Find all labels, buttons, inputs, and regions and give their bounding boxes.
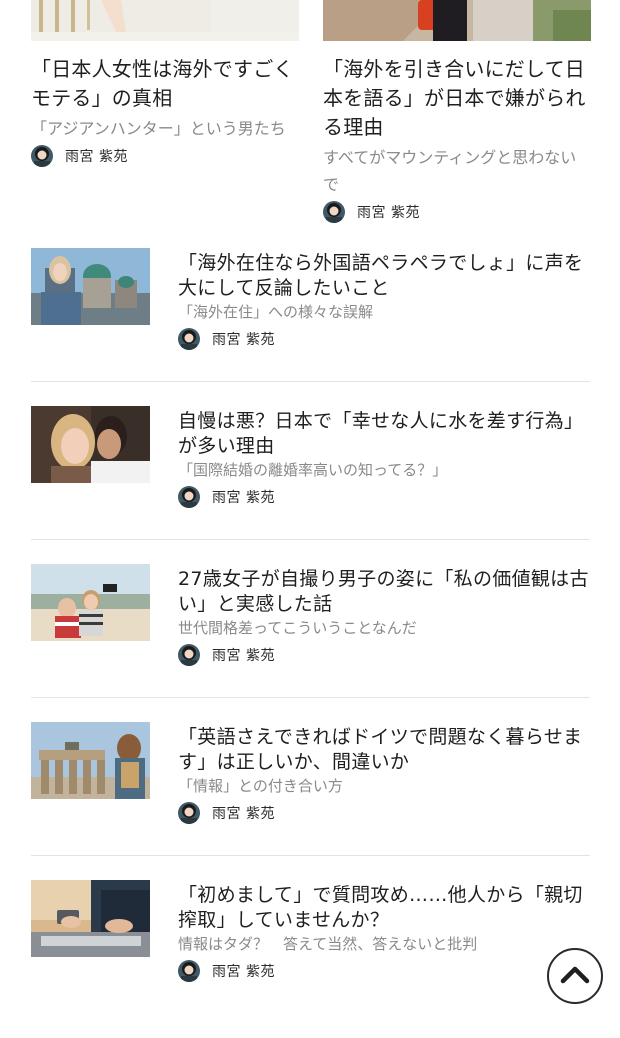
avatar: [31, 145, 53, 167]
divider: [31, 539, 590, 540]
avatar: [178, 486, 200, 508]
author-name: 雨宮 紫苑: [212, 332, 275, 348]
author-name: 雨宮 紫苑: [212, 964, 275, 980]
author-row[interactable]: 雨宮 紫苑: [323, 199, 591, 225]
article-title[interactable]: 「海外在住なら外国語ペラペラでしょ」に声を大にして反論したいこと: [178, 251, 591, 301]
article-thumbnail[interactable]: [323, 0, 591, 41]
author-row[interactable]: 雨宮 紫苑: [178, 484, 591, 510]
article-subtitle: 世代間格差ってこういうことなんだ: [178, 619, 417, 637]
divider: [31, 855, 590, 856]
author-name: 雨宮 紫苑: [212, 648, 275, 664]
article-subtitle: 「海外在住」への様々な誤解: [178, 303, 374, 321]
avatar: [178, 328, 200, 350]
article-list: 「海外在住なら外国語ペラペラでしょ」に声を大にして反論したいこと 「海外在住」へ…: [31, 248, 590, 1038]
list-item[interactable]: 「海外在住なら外国語ペラペラでしょ」に声を大にして反論したいこと 「海外在住」へ…: [31, 248, 590, 406]
author-name: 雨宮 紫苑: [212, 490, 275, 506]
article-thumbnail[interactable]: [31, 406, 150, 483]
article-thumbnail[interactable]: [31, 248, 150, 325]
article-thumbnail[interactable]: [31, 722, 150, 799]
top-article-card[interactable]: 「海外を引き合いにだして日本を語る」が日本で嫌がられる理由 すべてがマウンティン…: [323, 0, 591, 225]
article-title[interactable]: 「海外を引き合いにだして日本を語る」が日本で嫌がられる理由: [323, 55, 591, 142]
author-name: 雨宮 紫苑: [357, 205, 420, 221]
author-row[interactable]: 雨宮 紫苑: [178, 958, 591, 984]
article-thumbnail[interactable]: [31, 880, 150, 957]
author-name: 雨宮 紫苑: [65, 149, 128, 165]
list-item[interactable]: 27歳女子が自撮り男子の姿に「私の価値観は古い」と実感した話 世代間格差ってこう…: [31, 564, 590, 722]
avatar: [323, 201, 345, 223]
article-title[interactable]: 「初めまして」で質問攻め……他人から「親切搾取」していませんか？: [178, 883, 591, 933]
article-thumbnail[interactable]: [31, 564, 150, 641]
list-item[interactable]: 「英語さえできればドイツで問題なく暮らせます」は正しいか、間違いか 「情報」との…: [31, 722, 590, 880]
article-title[interactable]: 「英語さえできればドイツで問題なく暮らせます」は正しいか、間違いか: [178, 725, 591, 775]
article-subtitle: 「国際結婚の離婚率高いの知ってる？」: [178, 461, 448, 479]
divider: [31, 381, 590, 382]
list-item[interactable]: 自慢は悪？日本で「幸せな人に水を差す行為」が多い理由 「国際結婚の離婚率高いの知…: [31, 406, 590, 564]
article-thumbnail[interactable]: [31, 0, 299, 41]
article-subtitle: 「情報」との付き合い方: [178, 777, 343, 795]
divider: [31, 697, 590, 698]
chevron-up-icon: [560, 964, 590, 988]
article-title[interactable]: 自慢は悪？日本で「幸せな人に水を差す行為」が多い理由: [178, 409, 591, 459]
author-name: 雨宮 紫苑: [212, 806, 275, 822]
avatar: [178, 802, 200, 824]
author-row[interactable]: 雨宮 紫苑: [31, 143, 299, 169]
article-subtitle: すべてがマウンティングと思わないで: [323, 148, 577, 194]
scroll-top-button[interactable]: [547, 948, 603, 1004]
avatar: [178, 960, 200, 982]
article-title[interactable]: 「日本人女性は海外ですごくモテる」の真相: [31, 55, 299, 113]
list-item[interactable]: 「初めまして」で質問攻め……他人から「親切搾取」していませんか？ 情報はタダ？ …: [31, 880, 590, 1038]
article-title[interactable]: 27歳女子が自撮り男子の姿に「私の価値観は古い」と実感した話: [178, 567, 591, 617]
article-subtitle: 情報はタダ？ 答えて当然、答えないと批判: [178, 935, 478, 953]
top-article-card[interactable]: 「日本人女性は海外ですごくモテる」の真相 「アジアンハンター」という男たち 雨宮…: [31, 0, 299, 169]
avatar: [178, 644, 200, 666]
author-row[interactable]: 雨宮 紫苑: [178, 326, 591, 352]
author-row[interactable]: 雨宮 紫苑: [178, 800, 591, 826]
article-subtitle: 「アジアンハンター」という男たち: [31, 119, 286, 138]
author-row[interactable]: 雨宮 紫苑: [178, 642, 591, 668]
